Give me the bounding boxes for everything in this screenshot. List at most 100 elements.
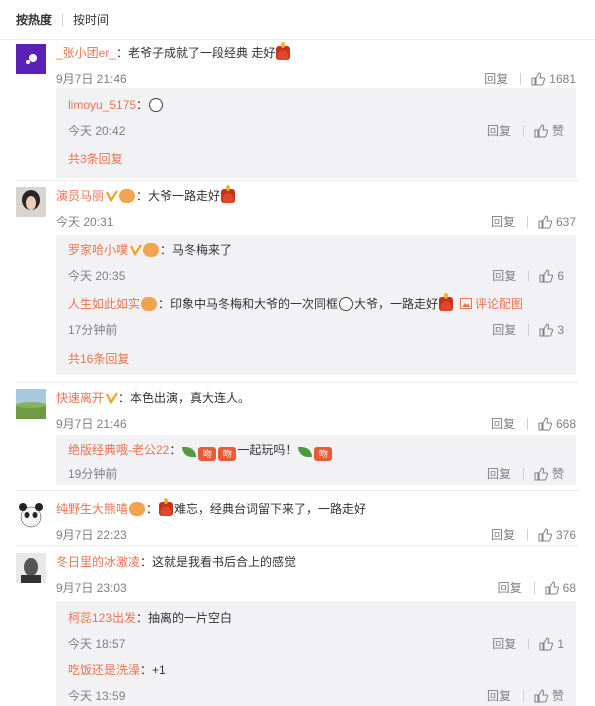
like-button[interactable]: 赞 bbox=[534, 687, 564, 705]
reply-button[interactable]: 回复 bbox=[491, 526, 515, 544]
reply-box: 柯蕊123出发：抽离的一片空白 今天 18:57 回复 1 吃饭还是洗澡：+1 bbox=[56, 601, 576, 706]
like-button[interactable]: 637 bbox=[538, 213, 576, 231]
like-count: 3 bbox=[557, 323, 564, 337]
like-button[interactable]: 3 bbox=[539, 321, 564, 339]
comment-item: 纯野生大熊嘻 ： 难忘，经典台词留下来了，一路走好 9月7日 22:23 回复 37… bbox=[16, 498, 580, 545]
reply-button[interactable]: 回复 bbox=[487, 122, 511, 140]
thumbs-up-icon bbox=[531, 72, 546, 86]
comment-text: ： bbox=[146, 502, 159, 516]
reply-time: 今天 20:35 bbox=[68, 269, 126, 283]
like-button[interactable]: 1681 bbox=[531, 70, 576, 88]
like-count: 6 bbox=[557, 269, 564, 283]
avatar[interactable] bbox=[16, 500, 46, 530]
like-count: 68 bbox=[562, 581, 576, 595]
like-button[interactable]: 668 bbox=[538, 415, 576, 433]
comment-username[interactable]: 演员马丽 bbox=[56, 189, 104, 203]
reply-text-continued: 大爷，一路走好 bbox=[354, 297, 439, 311]
comment-text: ：本色出演，真大连人。 bbox=[118, 391, 251, 405]
avatar[interactable] bbox=[16, 389, 46, 419]
comment-text: ：这就是我看书后合上的感觉 bbox=[140, 555, 297, 569]
like-button[interactable]: 赞 bbox=[534, 465, 564, 483]
like-count: 637 bbox=[555, 215, 576, 229]
candle-icon bbox=[276, 42, 291, 60]
like-button[interactable]: 1 bbox=[539, 635, 564, 653]
avatar[interactable] bbox=[16, 553, 46, 583]
like-count: 1681 bbox=[549, 72, 576, 86]
divider bbox=[526, 418, 528, 430]
image-icon bbox=[460, 298, 473, 309]
divider bbox=[526, 529, 528, 541]
reply-username[interactable]: limoyu_5175 bbox=[68, 98, 136, 112]
reply-time: 今天 20:42 bbox=[68, 124, 126, 138]
comment-image-link[interactable]: 评论配图 bbox=[460, 297, 523, 311]
avatar[interactable] bbox=[16, 44, 46, 74]
comment-item: _张小团er_：老爷子成就了一段经典 走好 9月7日 21:46 回复 1681… bbox=[16, 42, 580, 184]
reply-button[interactable]: 回复 bbox=[491, 415, 515, 433]
reply-button[interactable]: 回复 bbox=[492, 635, 516, 653]
cheer-icon: 吻 bbox=[314, 447, 333, 461]
reply-item: limoyu_5175： 今天 20:42 回复 赞 bbox=[68, 96, 576, 140]
reply-username[interactable]: 柯蕊123出发 bbox=[68, 611, 136, 625]
divider bbox=[16, 180, 579, 181]
comment-image-label: 评论配图 bbox=[475, 297, 524, 311]
candle-icon bbox=[221, 185, 236, 203]
divider bbox=[526, 216, 528, 228]
sort-by-time-tab[interactable]: 按时间 bbox=[73, 11, 109, 28]
verified-icon bbox=[106, 190, 118, 202]
avatar[interactable] bbox=[16, 187, 46, 217]
comment-username[interactable]: 纯野生大熊嘻 bbox=[56, 502, 128, 516]
verified-icon bbox=[106, 392, 118, 404]
thumbs-up-icon bbox=[538, 417, 552, 431]
level-badge-icon bbox=[143, 243, 160, 257]
comment-username[interactable]: _张小团er_ bbox=[56, 46, 116, 60]
reply-button[interactable]: 回复 bbox=[491, 213, 515, 231]
reply-username[interactable]: 吃饭还是洗澡 bbox=[68, 663, 140, 677]
like-count: 赞 bbox=[551, 689, 564, 703]
thumbs-up-icon bbox=[538, 528, 552, 542]
comment-item: 演员马丽 ：大爷一路走好 今天 20:31 回复 637 罗家哈小噗 ：马冬梅来了 … bbox=[16, 185, 580, 381]
reply-text: ：印象中马冬梅和大爷的一次同框 bbox=[158, 297, 339, 311]
reply-username[interactable]: 绝版经典哦-老公22 bbox=[68, 443, 169, 457]
comment-time: 今天 20:31 bbox=[56, 215, 114, 229]
thumbs-up-icon bbox=[534, 124, 548, 138]
sort-by-hot-tab[interactable]: 按热度 bbox=[16, 11, 52, 28]
reply-button[interactable]: 回复 bbox=[487, 687, 511, 705]
reply-box: 绝版经典哦-老公22：吻吻一起玩吗！吻 19分钟前 回复 赞 bbox=[56, 435, 576, 485]
reply-item: 绝版经典哦-老公22：吻吻一起玩吗！吻 19分钟前 回复 赞 bbox=[68, 441, 576, 483]
like-button[interactable]: 68 bbox=[545, 579, 576, 597]
divider bbox=[528, 324, 530, 336]
reply-button[interactable]: 回复 bbox=[498, 579, 522, 597]
reply-username[interactable]: 罗家哈小噗 bbox=[68, 243, 128, 257]
reply-button[interactable]: 回复 bbox=[492, 321, 516, 339]
comment-time: 9月7日 21:46 bbox=[56, 417, 127, 431]
comment-username[interactable]: 快速离开 bbox=[56, 391, 104, 405]
divider bbox=[16, 545, 579, 546]
comment-item: 快速离开 ：本色出演，真大连人。 9月7日 21:46 回复 668 绝版经典哦-… bbox=[16, 389, 580, 489]
more-replies-link[interactable]: 共3条回复 bbox=[68, 150, 123, 167]
crying-face-icon bbox=[149, 98, 164, 112]
comment-time: 9月7日 23:03 bbox=[56, 581, 127, 595]
comment-username[interactable]: 冬日里的冰激凌 bbox=[56, 555, 140, 569]
reply-button[interactable]: 回复 bbox=[492, 267, 516, 285]
like-button[interactable]: 376 bbox=[538, 526, 576, 544]
reply-button[interactable]: 回复 bbox=[484, 70, 508, 88]
comment-text-continued: 难忘，经典台词留下来了，一路走好 bbox=[174, 502, 367, 516]
reply-time: 今天 18:57 bbox=[68, 637, 126, 651]
candle-icon bbox=[159, 498, 174, 516]
divider bbox=[528, 638, 530, 650]
thumbs-up-icon bbox=[534, 467, 548, 481]
like-count: 376 bbox=[555, 528, 576, 542]
comment-item: 冬日里的冰激凌：这就是我看书后合上的感觉 9月7日 23:03 回复 68 柯蕊… bbox=[16, 553, 580, 706]
like-button[interactable]: 赞 bbox=[534, 122, 564, 140]
more-replies-link[interactable]: 共16条回复 bbox=[68, 350, 129, 367]
reply-text: ： bbox=[169, 443, 182, 457]
cheer-icon: 吻 bbox=[198, 447, 217, 461]
reply-button[interactable]: 回复 bbox=[487, 465, 511, 483]
reply-time: 19分钟前 bbox=[68, 467, 118, 481]
reply-username[interactable]: 人生如此如实 bbox=[68, 297, 140, 311]
like-button[interactable]: 6 bbox=[539, 267, 564, 285]
leaf-icon bbox=[298, 447, 313, 457]
reply-box: 罗家哈小噗 ：马冬梅来了 今天 20:35 回复 6 人生如此如实 ：印象中马冬梅和… bbox=[56, 235, 576, 375]
comment-text: ：大爷一路走好 bbox=[136, 189, 221, 203]
divider bbox=[16, 382, 579, 383]
